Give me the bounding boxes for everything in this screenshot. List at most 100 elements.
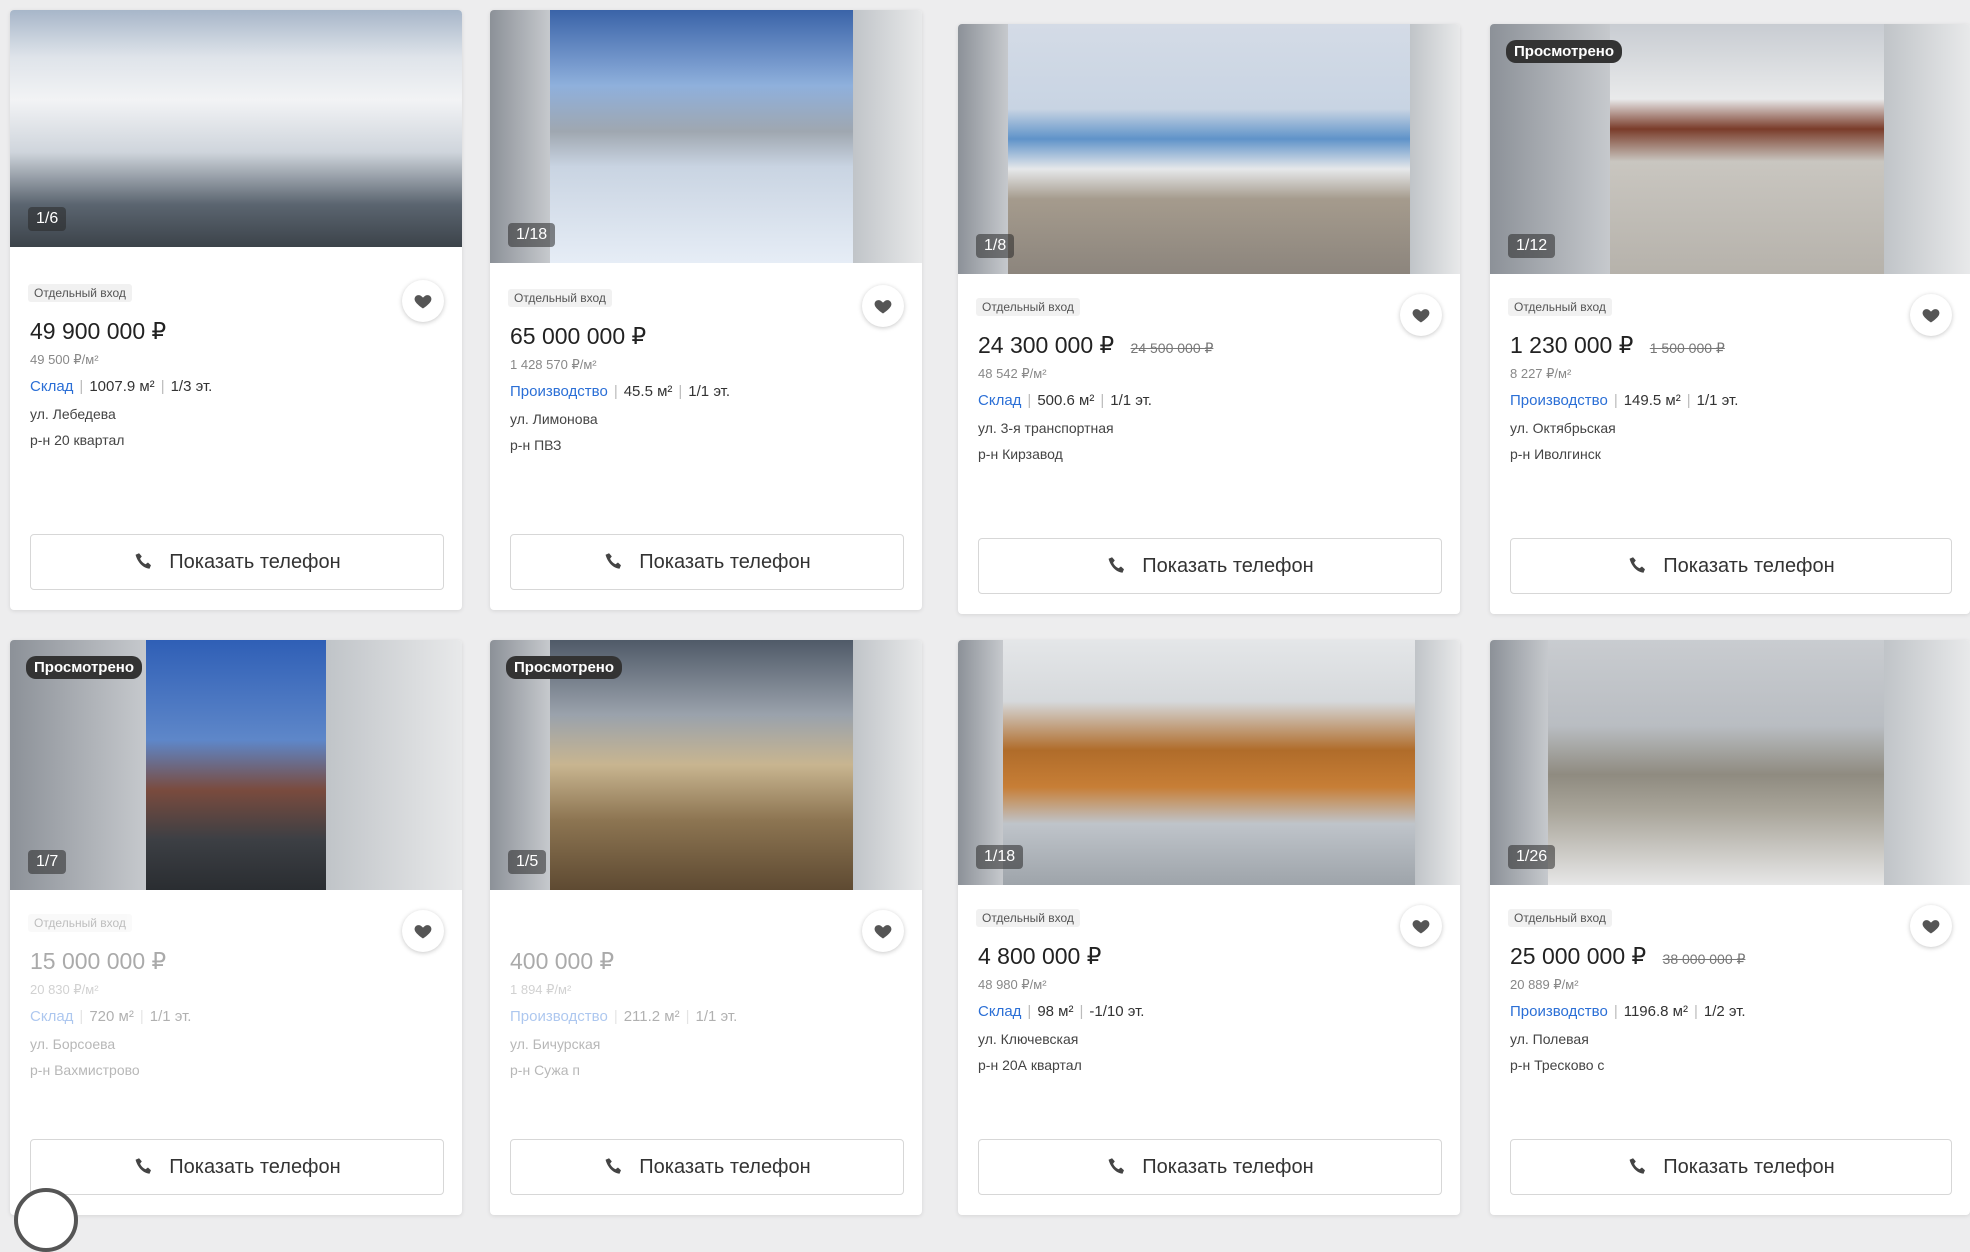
property-type-link[interactable]: Производство bbox=[510, 383, 608, 400]
listing-card[interactable]: 1/7 Просмотрено Отдельный вход 15 000 00… bbox=[10, 640, 462, 1215]
property-type-link[interactable]: Производство bbox=[1510, 392, 1608, 409]
listing-photo[interactable]: 1/5 Просмотрено bbox=[490, 640, 922, 890]
price-per-sqm: 48 980 ₽/м² bbox=[978, 977, 1047, 992]
show-phone-label: Показать телефон bbox=[169, 1155, 341, 1178]
property-type-link[interactable]: Склад bbox=[30, 378, 73, 395]
property-type-link[interactable]: Склад bbox=[978, 392, 1021, 409]
listing-info: 400 000 ₽ 1 894 ₽/м² Производство | 211.2 … bbox=[490, 890, 922, 1215]
listing-card[interactable]: 1/18 Отдельный вход 4 800 000 ₽ 48 980 ₽… bbox=[958, 640, 1460, 1215]
floating-button[interactable] bbox=[14, 1188, 78, 1252]
price-per-sqm: 1 428 570 ₽/м² bbox=[510, 357, 597, 372]
price-per-sqm: 20 889 ₽/м² bbox=[1510, 977, 1579, 992]
price: 49 900 000 ₽ bbox=[30, 318, 166, 345]
photo-counter: 1/26 bbox=[1508, 845, 1556, 869]
district: р-н Кирзавод bbox=[978, 446, 1063, 462]
favorite-button[interactable] bbox=[1910, 294, 1952, 336]
listing-photo[interactable]: 1/12 Просмотрено bbox=[1490, 24, 1970, 274]
photo-blur-right bbox=[852, 640, 922, 890]
listing-card[interactable]: 1/6 Отдельный вход 49 900 000 ₽ 49 500 ₽… bbox=[10, 10, 462, 610]
show-phone-label: Показать телефон bbox=[1142, 554, 1314, 577]
area: 1007.9 м² bbox=[89, 378, 155, 395]
phone-icon bbox=[1627, 555, 1663, 577]
listing-photo[interactable]: 1/18 bbox=[958, 640, 1460, 885]
street-address: ул. 3-я транспортная bbox=[978, 420, 1114, 436]
district: р-н Иволгинск bbox=[1510, 446, 1601, 462]
listing-info: Отдельный вход 24 300 000 ₽ 24 500 000 ₽… bbox=[958, 274, 1460, 614]
street-address: ул. Октябрьская bbox=[1510, 420, 1616, 436]
show-phone-label: Показать телефон bbox=[639, 1155, 811, 1178]
price-per-sqm: 8 227 ₽/м² bbox=[1510, 366, 1572, 381]
listing-info: Отдельный вход 4 800 000 ₽ 48 980 ₽/м² С… bbox=[958, 885, 1460, 1215]
property-type-link[interactable]: Производство bbox=[1510, 1003, 1608, 1020]
favorite-button[interactable] bbox=[402, 910, 444, 952]
show-phone-button[interactable]: Показать телефон bbox=[510, 1139, 904, 1195]
favorite-button[interactable] bbox=[862, 285, 904, 327]
listing-card[interactable]: 1/8 Отдельный вход 24 300 000 ₽ 24 500 0… bbox=[958, 24, 1460, 614]
show-phone-button[interactable]: Показать телефон bbox=[1510, 538, 1952, 594]
listing-photo[interactable]: 1/26 bbox=[1490, 640, 1970, 885]
floor: 1/1 эт. bbox=[695, 1008, 738, 1025]
favorite-button[interactable] bbox=[862, 910, 904, 952]
property-type-link[interactable]: Производство bbox=[510, 1008, 608, 1025]
area: 45.5 м² bbox=[623, 383, 673, 400]
show-phone-label: Показать телефон bbox=[1663, 1155, 1835, 1178]
photo-blur-right bbox=[326, 640, 462, 890]
area: 1196.8 м² bbox=[1623, 1003, 1688, 1020]
show-phone-button[interactable]: Показать телефон bbox=[510, 534, 904, 590]
favorite-button[interactable] bbox=[1910, 905, 1952, 947]
photo-counter: 1/18 bbox=[508, 223, 556, 247]
photo-image bbox=[1610, 24, 1884, 274]
favorite-button[interactable] bbox=[1400, 294, 1442, 336]
show-phone-label: Показать телефон bbox=[1142, 1155, 1314, 1178]
current-price: 49 900 000 ₽ bbox=[30, 318, 167, 344]
street-address: ул. Борсоева bbox=[30, 1036, 116, 1052]
listing-card[interactable]: 1/18 Отдельный вход 65 000 000 ₽ 1 428 5… bbox=[490, 10, 922, 610]
heart-icon bbox=[873, 921, 893, 941]
current-price: 24 300 000 ₽ bbox=[978, 332, 1115, 358]
listing-info: Отдельный вход 65 000 000 ₽ 1 428 570 ₽/… bbox=[490, 265, 922, 610]
district: р-н 20 квартал bbox=[30, 432, 125, 448]
show-phone-button[interactable]: Показать телефон bbox=[30, 534, 444, 590]
listing-card[interactable]: 1/12 Просмотрено Отдельный вход 1 230 00… bbox=[1490, 24, 1970, 614]
show-phone-button[interactable]: Показать телефон bbox=[1510, 1139, 1952, 1195]
listing-card[interactable]: 1/26 Отдельный вход 25 000 000 ₽ 38 000 … bbox=[1490, 640, 1970, 1215]
show-phone-button[interactable]: Показать телефон bbox=[978, 1139, 1442, 1195]
street-address: ул. Лебедева bbox=[30, 406, 116, 422]
property-type-link[interactable]: Склад bbox=[978, 1003, 1021, 1020]
listing-photo[interactable]: 1/18 bbox=[490, 10, 922, 263]
listing-photo[interactable]: 1/7 Просмотрено bbox=[10, 640, 462, 890]
show-phone-button[interactable]: Показать телефон bbox=[30, 1139, 444, 1195]
photo-image bbox=[1003, 640, 1415, 885]
listing-photo[interactable]: 1/6 bbox=[10, 10, 462, 247]
district: р-н ПВЗ bbox=[510, 437, 562, 453]
property-type-link[interactable]: Склад bbox=[30, 1008, 73, 1025]
listing-card[interactable]: 1/5 Просмотрено 400 000 ₽ 1 894 ₽/м² Про… bbox=[490, 640, 922, 1215]
heart-icon bbox=[873, 296, 893, 316]
current-price: 15 000 000 ₽ bbox=[30, 948, 167, 974]
listing-photo[interactable]: 1/8 bbox=[958, 24, 1460, 274]
current-price: 400 000 ₽ bbox=[510, 948, 615, 974]
favorite-button[interactable] bbox=[1400, 905, 1442, 947]
show-phone-label: Показать телефон bbox=[1663, 554, 1835, 577]
price: 24 300 000 ₽ 24 500 000 ₽ bbox=[978, 332, 1213, 359]
floor: 1/1 эт. bbox=[1110, 392, 1152, 409]
current-price: 25 000 000 ₽ bbox=[1510, 943, 1647, 969]
phone-icon bbox=[1106, 1156, 1142, 1178]
area: 149.5 м² bbox=[1623, 392, 1681, 409]
listing-specs: Склад | 500.6 м² | 1/1 эт. bbox=[978, 392, 1152, 409]
street-address: ул. Лимонова bbox=[510, 411, 598, 427]
favorite-button[interactable] bbox=[402, 280, 444, 322]
price: 65 000 000 ₽ bbox=[510, 323, 646, 350]
heart-icon bbox=[413, 291, 433, 311]
floor: 1/1 эт. bbox=[149, 1008, 192, 1025]
district: р-н Тресково с bbox=[1510, 1057, 1605, 1073]
photo-blur-right bbox=[1414, 640, 1460, 885]
price: 25 000 000 ₽ 38 000 000 ₽ bbox=[1510, 943, 1745, 970]
phone-icon bbox=[603, 551, 639, 573]
old-price: 24 500 000 ₽ bbox=[1130, 340, 1214, 356]
photo-blur-right bbox=[852, 10, 922, 263]
price-per-sqm: 20 830 ₽/м² bbox=[30, 982, 99, 997]
photo-image bbox=[1008, 24, 1410, 274]
listing-specs: Производство | 1196.8 м² | 1/2 эт. bbox=[1510, 1003, 1746, 1020]
show-phone-button[interactable]: Показать телефон bbox=[978, 538, 1442, 594]
